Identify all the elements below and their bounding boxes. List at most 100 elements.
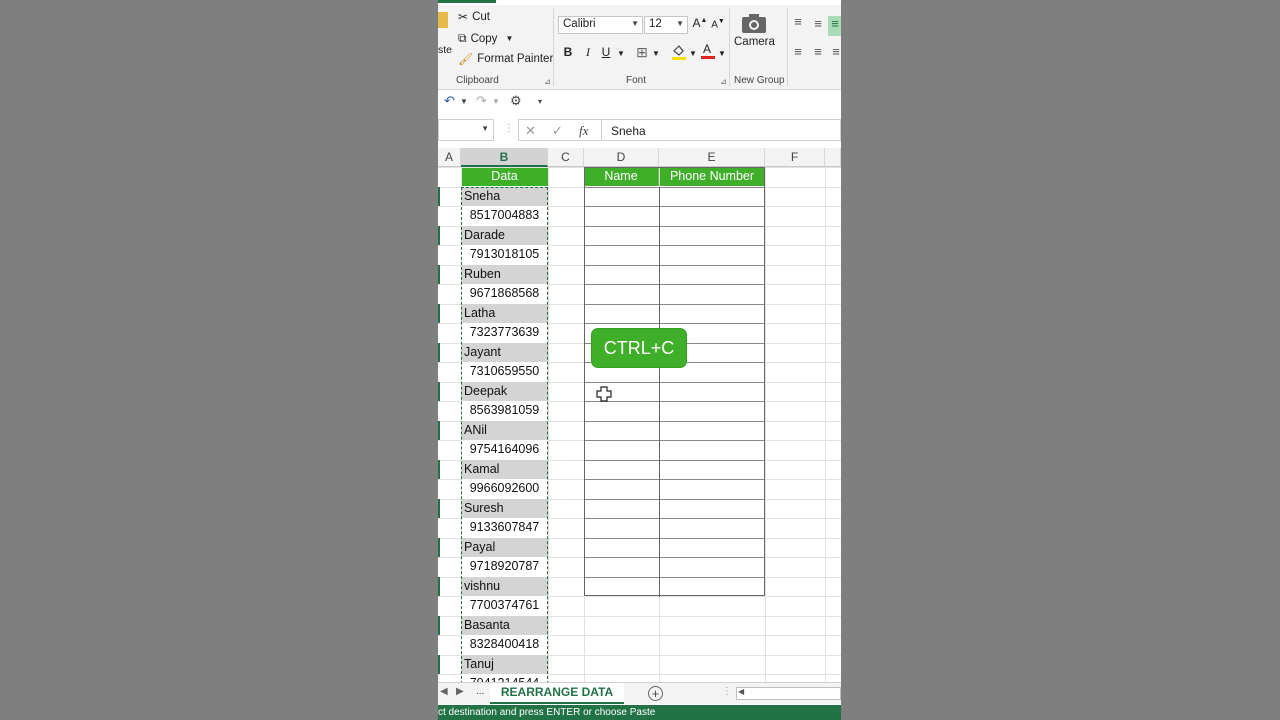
- target-table-border: [584, 167, 765, 596]
- insert-function-icon[interactable]: fx: [579, 123, 588, 139]
- row-highlight: [438, 421, 440, 440]
- new-group-label: New Group: [734, 75, 785, 86]
- chevron-down-icon: ▼: [676, 19, 684, 28]
- chevron-down-icon[interactable]: ▼: [613, 49, 629, 58]
- column-header-a[interactable]: A: [438, 148, 461, 167]
- align-top-icon[interactable]: ≡: [790, 14, 806, 29]
- formula-bar-grip-icon: ⋮: [504, 123, 514, 134]
- sheet-tab-bar: ◀ ▶ ... REARRANGE DATA + ⋮ ◀: [438, 682, 841, 704]
- name-box[interactable]: ▼: [438, 119, 494, 141]
- column-header-b[interactable]: B: [461, 148, 548, 167]
- font-name-select[interactable]: Calibri ▼: [558, 16, 643, 34]
- formula-buttons: ✕ ✓ fx: [518, 119, 602, 141]
- row-highlight: [438, 499, 440, 518]
- scroll-grip-icon: ⋮: [722, 686, 732, 697]
- row-highlight: [438, 382, 440, 401]
- svg-text:A: A: [703, 42, 711, 56]
- copy-marquee: [461, 187, 548, 684]
- dialog-launcher-icon[interactable]: ⊿: [720, 77, 727, 86]
- more-sheets-button[interactable]: ...: [476, 686, 484, 697]
- column-header-f[interactable]: F: [765, 148, 825, 167]
- gear-icon[interactable]: ⚙: [510, 93, 522, 109]
- row-highlight: [438, 226, 440, 245]
- align-bottom-icon[interactable]: ≡: [828, 16, 841, 36]
- camera-icon: [742, 14, 767, 33]
- copy-label: Copy: [470, 32, 498, 45]
- align-center-icon[interactable]: ≡: [810, 44, 826, 59]
- chevron-down-icon: ▼: [631, 19, 639, 28]
- divider: [729, 8, 730, 86]
- row-highlight: [438, 304, 440, 323]
- dialog-launcher-icon[interactable]: ⊿: [544, 77, 551, 86]
- shortcut-badge: CTRL+C: [592, 329, 686, 367]
- right-backdrop: [841, 0, 1280, 720]
- copy-button[interactable]: ⧉ Copy ▼: [458, 31, 513, 46]
- camera-label: Camera: [734, 36, 775, 48]
- next-sheet-icon[interactable]: ▶: [456, 686, 464, 697]
- horizontal-scrollbar[interactable]: ◀: [736, 687, 841, 700]
- status-bar: ct destination and press ENTER or choose…: [438, 705, 841, 720]
- font-group-label: Font: [626, 75, 647, 86]
- chevron-down-icon[interactable]: ▼: [460, 97, 468, 106]
- undo-icon[interactable]: ↶: [444, 93, 455, 109]
- redo-icon[interactable]: ↷: [476, 93, 487, 109]
- column-header-g[interactable]: [825, 148, 841, 167]
- target-table-divider: [659, 187, 660, 597]
- chevron-down-icon: ▼: [481, 124, 489, 133]
- customize-qat-icon[interactable]: ▾: [538, 97, 542, 106]
- font-size-select[interactable]: 12 ▼: [644, 16, 688, 34]
- chevron-down-icon[interactable]: ▼: [492, 97, 500, 106]
- row-highlight: [438, 577, 440, 596]
- align-left-icon[interactable]: ≡: [790, 44, 806, 59]
- row-highlight: [438, 265, 440, 284]
- prev-sheet-icon[interactable]: ◀: [440, 686, 448, 697]
- ribbon: ste ✂ Cut ⧉ Copy ▼ 🖌 Format Painter Clip…: [438, 0, 841, 90]
- paste-icon: [438, 12, 448, 28]
- chevron-down-icon[interactable]: ▼: [685, 49, 701, 58]
- underline-button[interactable]: U: [598, 45, 614, 59]
- paintbrush-icon: 🖌: [458, 52, 474, 66]
- left-backdrop: [0, 0, 438, 720]
- cut-label: Cut: [472, 11, 490, 23]
- sheet-tab-rearrange-data[interactable]: REARRANGE DATA: [490, 683, 624, 704]
- row-highlight: [438, 460, 440, 479]
- cancel-icon[interactable]: ✕: [525, 123, 536, 139]
- chevron-down-icon[interactable]: ▼: [505, 34, 513, 43]
- cut-button[interactable]: ✂ Cut: [458, 10, 490, 24]
- row-highlight: [438, 538, 440, 557]
- row-highlight: [438, 187, 440, 206]
- enter-icon[interactable]: ✓: [552, 123, 563, 139]
- row-highlight: [438, 343, 440, 362]
- cell-cursor-icon: [596, 386, 612, 402]
- font-name-value: Calibri: [563, 18, 596, 30]
- add-sheet-icon[interactable]: +: [648, 686, 663, 701]
- worksheet-grid[interactable]: A B C D E F Data Name Phone Number Sneha…: [438, 148, 841, 684]
- data-header-cell[interactable]: Data: [461, 167, 548, 186]
- column-header-c[interactable]: C: [548, 148, 584, 167]
- quick-access-toolbar: ↶ ▼ ↷ ▼ ⚙ ▾: [438, 91, 841, 113]
- camera-button[interactable]: Camera: [734, 12, 775, 48]
- align-middle-icon[interactable]: ≡: [810, 16, 826, 31]
- scroll-left-icon[interactable]: ◀: [738, 687, 744, 696]
- grow-font-icon[interactable]: A▲: [692, 16, 708, 30]
- column-header-e[interactable]: E: [659, 148, 765, 167]
- formula-bar: ▼ ⋮ ✕ ✓ fx Sneha: [438, 117, 841, 143]
- paste-label[interactable]: ste: [438, 44, 452, 56]
- chevron-down-icon[interactable]: ▼: [648, 49, 664, 58]
- row-highlight: [438, 655, 440, 674]
- formula-input[interactable]: Sneha: [602, 119, 841, 141]
- column-header-d[interactable]: D: [584, 148, 659, 167]
- scissors-icon: ✂: [458, 10, 469, 24]
- divider: [787, 8, 788, 86]
- italic-button[interactable]: I: [580, 45, 596, 60]
- chevron-down-icon[interactable]: ▼: [714, 49, 730, 58]
- shrink-font-icon[interactable]: A▼: [710, 18, 726, 30]
- divider: [553, 8, 554, 86]
- paste-button[interactable]: [438, 12, 448, 42]
- format-painter-button[interactable]: 🖌 Format Painter: [458, 52, 553, 66]
- clipboard-group-label: Clipboard: [456, 75, 499, 86]
- align-right-icon[interactable]: ≡: [828, 44, 841, 59]
- bold-button[interactable]: B: [560, 45, 576, 59]
- excel-window: ste ✂ Cut ⧉ Copy ▼ 🖌 Format Painter Clip…: [438, 0, 841, 720]
- format-painter-label: Format Painter: [477, 53, 554, 65]
